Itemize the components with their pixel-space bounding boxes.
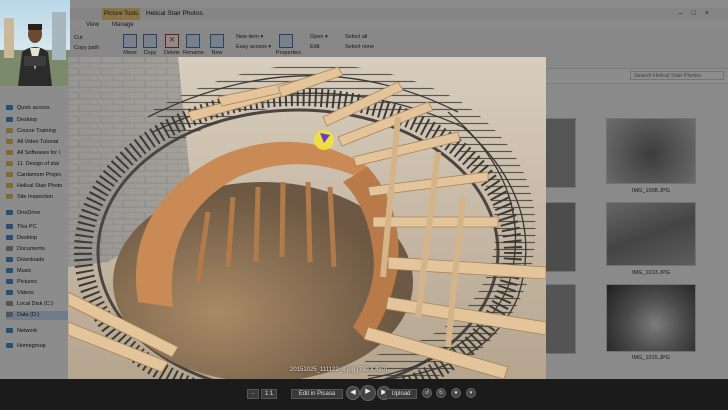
edit-in-picasa-button[interactable]: Edit in Picasa [291, 389, 343, 399]
previous-icon[interactable]: ◀ [346, 386, 360, 400]
screen: Picture Tools Helical Stair Photos –□× V… [0, 0, 728, 410]
rotate-left-icon[interactable]: ↺ [422, 388, 432, 398]
more-icon[interactable]: ▾ [466, 388, 476, 398]
play-slideshow-icon[interactable]: ▶ [360, 385, 376, 401]
helical-stair-construction-photo [68, 57, 546, 379]
zoom-actual-button[interactable]: 1:1 [261, 389, 277, 399]
viewer-toolbar: 20151025_111122_8.jpg (799 x 450) - 1:1 … [0, 367, 728, 410]
image-caption: 20151025_111122_8.jpg (799 x 450) [290, 367, 388, 373]
presenter-figure [0, 12, 70, 86]
zoom-out-button[interactable]: - [247, 389, 259, 399]
webcam-overlay [0, 0, 70, 86]
upload-button[interactable]: Upload [385, 389, 417, 399]
photo-viewer-image[interactable] [68, 57, 546, 379]
star-icon[interactable]: ★ [451, 388, 461, 398]
rotate-right-icon[interactable]: ↻ [436, 388, 446, 398]
